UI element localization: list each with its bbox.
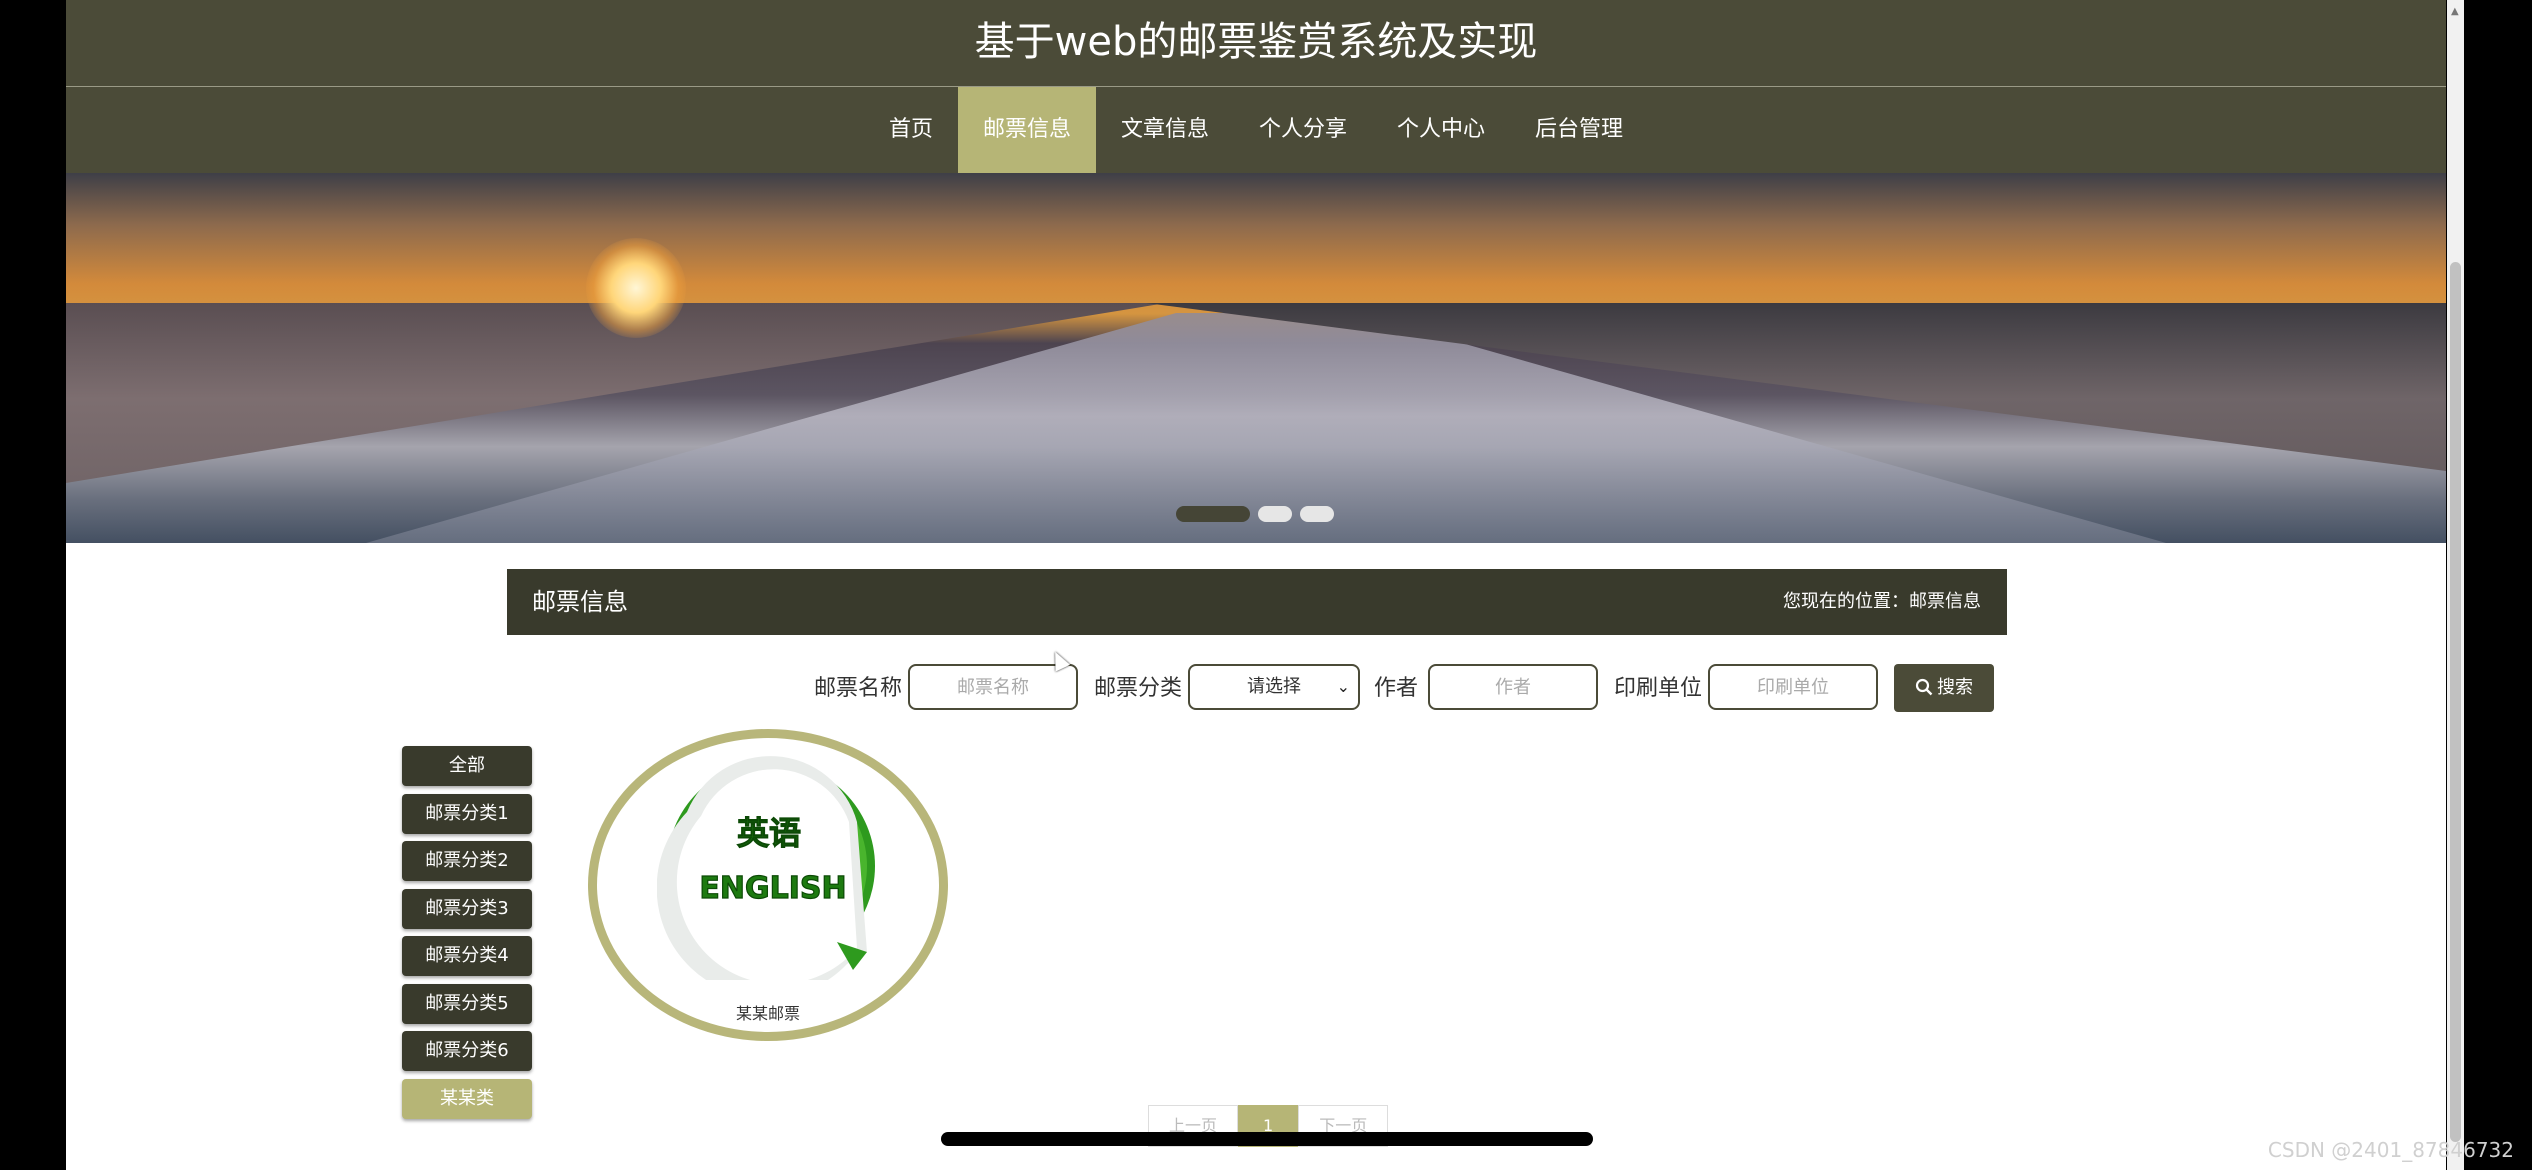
banner-carousel[interactable] <box>66 173 2446 543</box>
author-input[interactable] <box>1428 664 1598 710</box>
carousel-dots <box>1176 506 1334 522</box>
watermark: CSDN @2401_87846732 <box>2267 1138 2514 1162</box>
nav-item-stamps[interactable]: 邮票信息 <box>957 87 1096 173</box>
sidebar-item-cat6[interactable]: 邮票分类6 <box>402 1031 532 1071</box>
search-button[interactable]: 搜索 <box>1894 664 1994 712</box>
scrollbar-thumb[interactable] <box>2450 262 2461 1142</box>
sidebar-item-other[interactable]: 某某类 <box>402 1078 532 1119</box>
carousel-dot-1[interactable] <box>1176 506 1250 522</box>
search-form: 邮票名称 邮票分类 请选择 ⌄ 作者 印刷单位 搜索 <box>66 664 2446 714</box>
stamp-card[interactable]: 英语 ENGLISH 某某邮票 <box>588 729 948 1041</box>
nav-item-share[interactable]: 个人分享 <box>1234 87 1372 173</box>
sidebar-item-all[interactable]: 全部 <box>402 746 532 786</box>
home-indicator[interactable] <box>941 1132 1593 1146</box>
nav-item-admin[interactable]: 后台管理 <box>1510 87 1648 173</box>
banner-sun <box>586 238 686 338</box>
site-title: 基于web的邮票鉴赏系统及实现 <box>974 19 1538 65</box>
search-icon <box>1915 678 1933 696</box>
nav-item-articles[interactable]: 文章信息 <box>1096 87 1234 173</box>
category-select-value: 请选择 <box>1247 676 1301 697</box>
search-button-label: 搜索 <box>1937 677 1973 698</box>
stamp-image: 英语 ENGLISH <box>657 754 883 980</box>
sidebar-item-cat5[interactable]: 邮票分类5 <box>402 983 532 1024</box>
sidebar-item-cat1[interactable]: 邮票分类1 <box>402 793 532 834</box>
sidebar-item-cat3[interactable]: 邮票分类3 <box>402 888 532 929</box>
carousel-dot-2[interactable] <box>1258 506 1292 522</box>
sidebar-item-cat2[interactable]: 邮票分类2 <box>402 841 532 881</box>
page: 基于web的邮票鉴赏系统及实现 首页 邮票信息 文章信息 个人分享 个人中心 后… <box>66 0 2446 1170</box>
section-title: 邮票信息 <box>532 588 628 616</box>
scroll-up-icon[interactable]: ▲ <box>2451 6 2459 17</box>
stamp-image-text-en: ENGLISH <box>699 871 846 906</box>
breadcrumb: 您现在的位置：邮票信息 <box>1783 591 1981 612</box>
author-label: 作者 <box>1374 676 1419 701</box>
nav-item-profile[interactable]: 个人中心 <box>1372 87 1510 173</box>
category-label: 邮票分类 <box>1094 676 1183 701</box>
stamp-name[interactable]: 某某邮票 <box>597 1000 939 1024</box>
category-select[interactable]: 请选择 ⌄ <box>1188 664 1360 710</box>
stamp-name-label: 邮票名称 <box>814 676 903 701</box>
carousel-dot-3[interactable] <box>1300 506 1334 522</box>
stamp-image-text-cn: 英语 <box>737 814 801 852</box>
printer-label: 印刷单位 <box>1614 676 1703 701</box>
chevron-down-icon: ⌄ <box>1336 677 1350 696</box>
vertical-scrollbar[interactable]: ▲ <box>2447 0 2464 1170</box>
stamp-name-input[interactable] <box>908 664 1078 710</box>
category-sidebar: 全部 邮票分类1 邮票分类2 邮票分类3 邮票分类4 邮票分类5 邮票分类6 某… <box>402 746 532 1126</box>
main-nav: 首页 邮票信息 文章信息 个人分享 个人中心 后台管理 <box>66 87 2446 173</box>
printer-input[interactable] <box>1708 664 1878 710</box>
site-header: 基于web的邮票鉴赏系统及实现 <box>66 0 2446 87</box>
nav-item-home[interactable]: 首页 <box>864 87 958 173</box>
section-header: 邮票信息 您现在的位置：邮票信息 <box>507 569 2007 635</box>
sidebar-item-cat4[interactable]: 邮票分类4 <box>402 936 532 976</box>
